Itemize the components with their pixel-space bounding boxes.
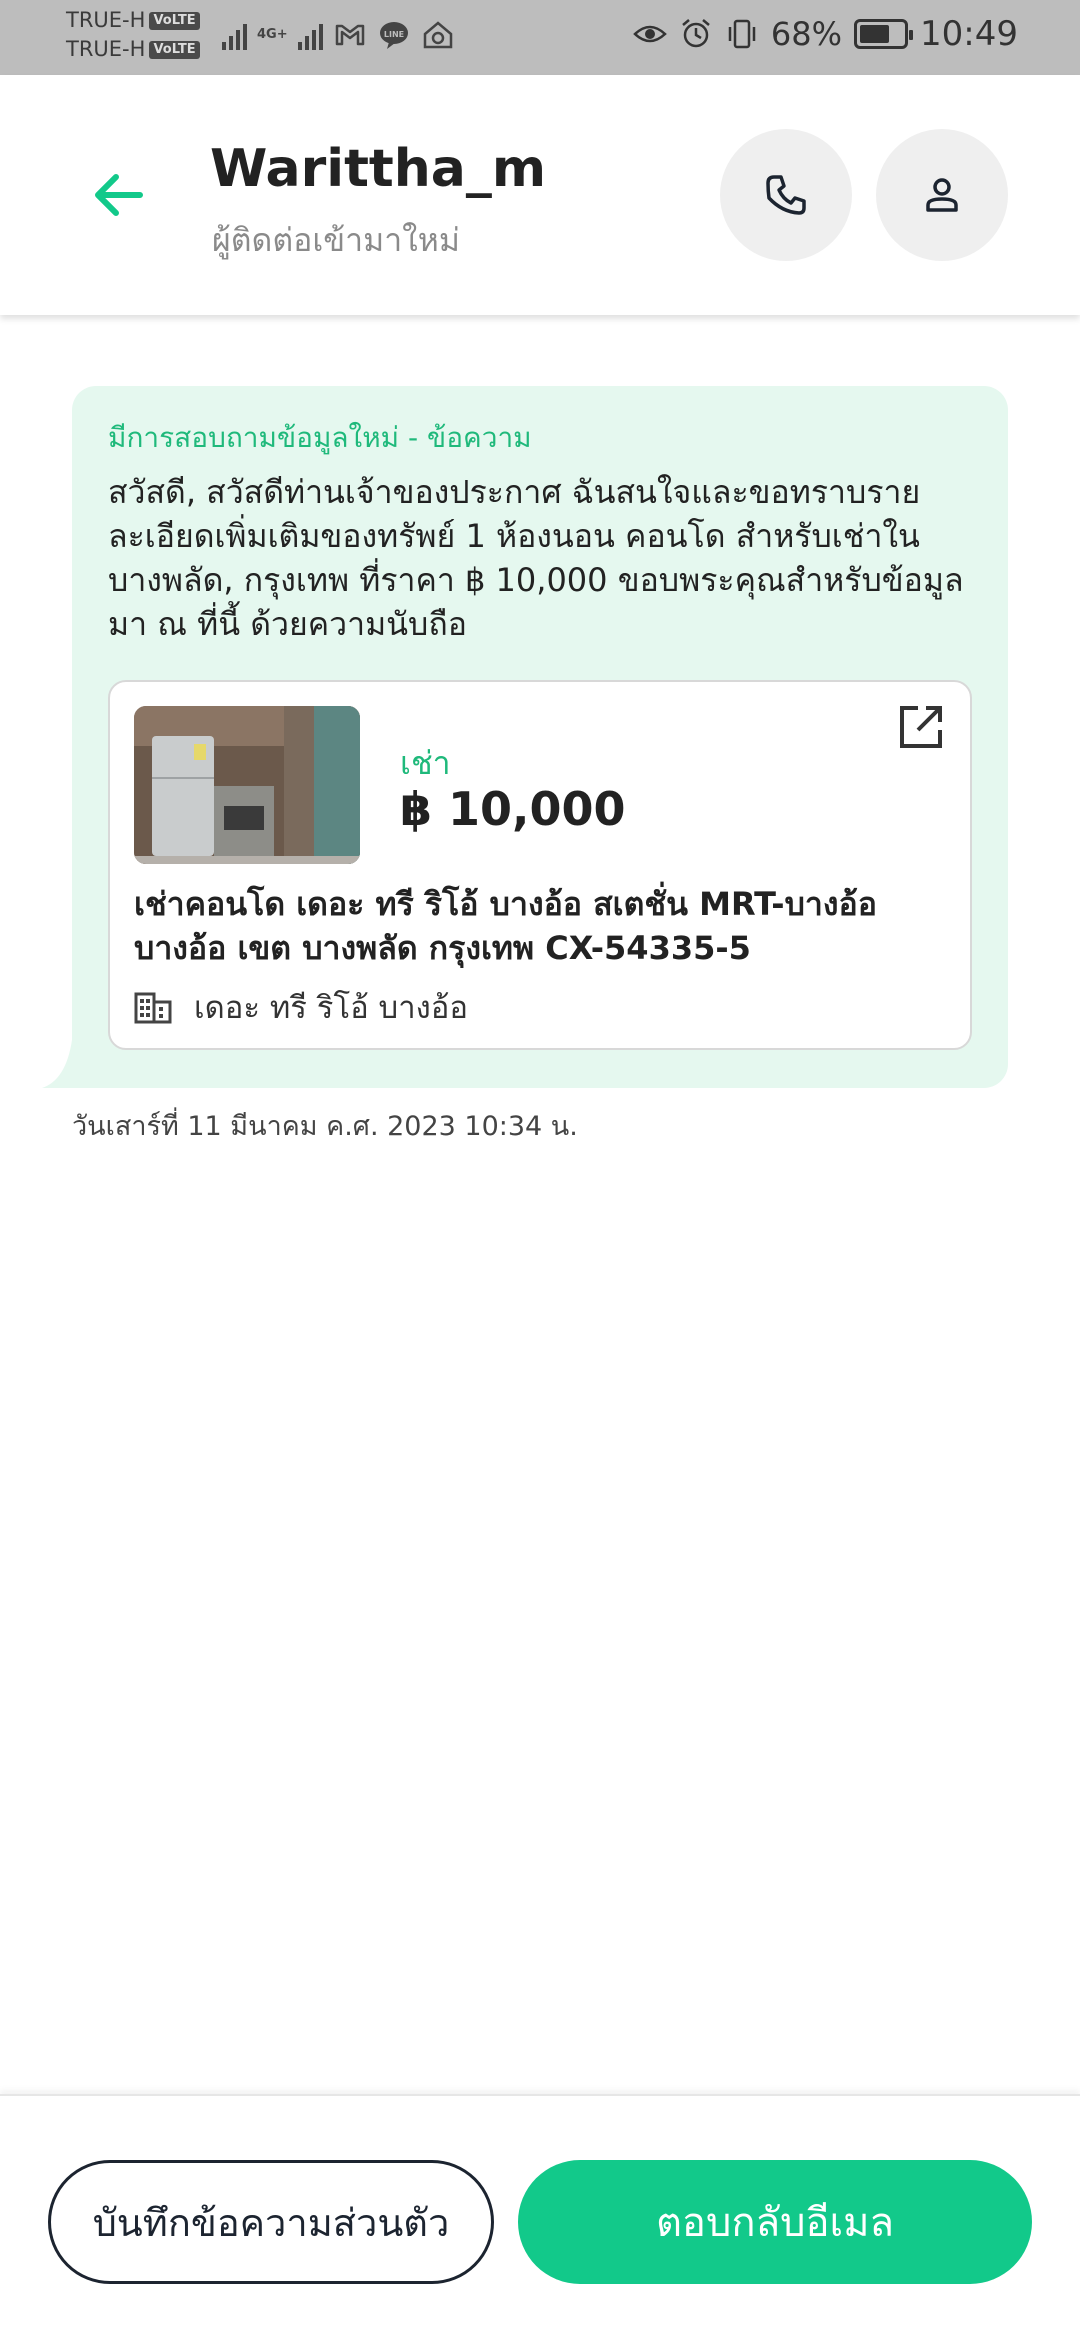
network-type: 4G+ — [257, 27, 288, 42]
battery-icon — [854, 19, 914, 49]
eye-icon — [633, 25, 667, 43]
bottom-action-bar: บันทึกข้อความส่วนตัว ตอบกลับอีเมล — [0, 2094, 1080, 2340]
building-icon — [134, 992, 172, 1024]
volte-badge: VoLTE — [149, 11, 200, 30]
status-bar: TRUE-H VoLTE TRUE-H VoLTE 4G+ LINE 68% 1… — [0, 0, 1080, 75]
vibrate-icon — [728, 19, 756, 49]
line-icon: LINE — [379, 22, 408, 49]
listing-price: ฿ 10,000 — [400, 782, 626, 836]
carrier-info: TRUE-H VoLTE TRUE-H VoLTE — [66, 6, 200, 64]
status-left-icons: 4G+ LINE — [222, 18, 455, 52]
open-external-icon[interactable] — [896, 702, 946, 752]
home-app-icon — [423, 21, 452, 49]
building-row: เดอะ ทรี ริโอ้ บางอ้อ — [134, 982, 468, 1032]
call-button[interactable] — [720, 129, 852, 261]
contact-name: Warittha_m — [210, 139, 547, 199]
person-icon — [926, 178, 958, 212]
chat-header: Warittha_m ผู้ติดต่อเข้ามาใหม่ — [0, 75, 1080, 315]
carrier-1-label: TRUE-H — [66, 8, 146, 32]
profile-button[interactable] — [876, 129, 1008, 261]
alarm-icon — [682, 19, 710, 48]
message-body: สวัสดี, สวัสดีท่านเจ้าของประกาศ ฉันสนใจแ… — [108, 473, 964, 643]
private-note-button[interactable]: บันทึกข้อความส่วนตัว — [48, 2160, 494, 2284]
listing-title: เช่าคอนโด เดอะ ทรี ริโอ้ บางอ้อ สเตชั่น … — [134, 885, 877, 967]
phone-icon — [766, 175, 806, 215]
listing-card[interactable]: เช่า ฿ 10,000 เช่าคอนโด เดอะ ทรี ริโอ้ บ… — [108, 680, 972, 1050]
listing-thumbnail — [134, 706, 360, 864]
reply-email-button[interactable]: ตอบกลับอีเมล — [518, 2160, 1032, 2284]
battery-percent: 68% — [770, 15, 843, 53]
arrow-left-icon[interactable] — [88, 165, 148, 225]
contact-status: ผู้ติดต่อเข้ามาใหม่ — [212, 221, 460, 259]
volte-badge-2: VoLTE — [149, 40, 200, 59]
clock: 10:49 — [920, 14, 1018, 54]
message-timestamp: วันเสาร์ที่ 11 มีนาคม ค.ศ. 2023 10:34 น. — [72, 1111, 578, 1142]
building-name: เดอะ ทรี ริโอ้ บางอ้อ — [194, 990, 469, 1026]
gmail-icon — [335, 24, 364, 46]
message-bubble: มีการสอบถามข้อมูลใหม่ - ข้อความ สวัสดี, … — [72, 386, 1008, 1088]
carrier-2-label: TRUE-H — [66, 37, 146, 61]
signal-icon — [222, 20, 247, 50]
svg-text:LINE: LINE — [383, 30, 403, 39]
status-right-icons: 68% 10:49 — [633, 14, 1018, 54]
message-label: มีการสอบถามข้อมูลใหม่ - ข้อความ — [108, 421, 532, 454]
signal-icon-2 — [297, 20, 323, 50]
